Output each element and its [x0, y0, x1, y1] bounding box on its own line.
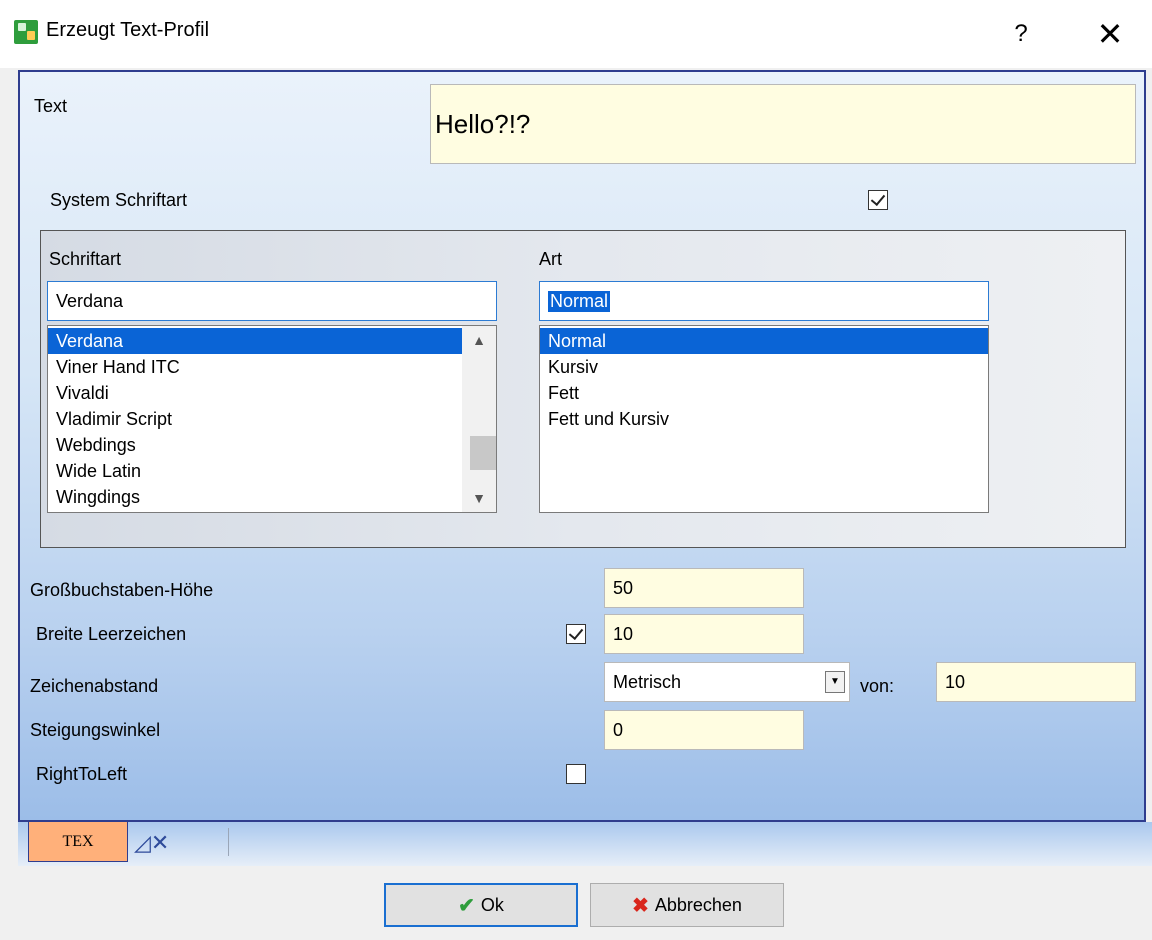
- space-width-input[interactable]: 10: [604, 614, 804, 654]
- scroll-thumb[interactable]: [470, 436, 496, 470]
- style-input-selection: Normal: [548, 290, 611, 312]
- char-spacing-input[interactable]: 10: [936, 662, 1136, 702]
- rtl-label: RightToLeft: [36, 764, 128, 784]
- tab-tools[interactable]: ◿✕: [134, 826, 206, 860]
- char-spacing-select[interactable]: Metrisch ▼: [604, 662, 850, 702]
- text-input[interactable]: Hello?!?: [430, 84, 1136, 164]
- tab-bar: TEX ◿✕: [18, 822, 1152, 866]
- main-panel: Text Hello?!? System Schriftart Schrifta…: [18, 70, 1146, 822]
- cap-height-input[interactable]: 50: [604, 568, 804, 608]
- ok-label: Ok: [480, 894, 504, 915]
- drafting-icon: ◿: [134, 830, 151, 855]
- slant-label: Steigungswinkel: [30, 720, 161, 740]
- font-item-vivaldi[interactable]: Vivaldi: [48, 380, 462, 406]
- style-item-normal[interactable]: Normal: [540, 328, 988, 354]
- text-label: Text: [34, 96, 68, 116]
- font-item-viner-hand-itc[interactable]: Viner Hand ITC: [48, 354, 462, 380]
- style-item-fett[interactable]: Fett: [540, 380, 988, 406]
- tools-icon: ✕: [150, 830, 170, 855]
- style-item-kursiv[interactable]: Kursiv: [540, 354, 988, 380]
- font-list-scrollbar[interactable]: ▲ ▼: [462, 326, 496, 512]
- font-name-input[interactable]: Verdana: [47, 281, 497, 321]
- cancel-label: Abbrechen: [654, 894, 742, 915]
- app-icon: [14, 20, 38, 44]
- tab-tex[interactable]: TEX: [28, 822, 128, 862]
- space-width-checkbox[interactable]: [566, 624, 586, 644]
- style-listbox[interactable]: Normal Kursiv Fett Fett und Kursiv: [539, 325, 989, 513]
- font-item-wingdings[interactable]: Wingdings: [48, 484, 462, 510]
- rtl-checkbox[interactable]: [566, 764, 586, 784]
- font-item-vladimir-script[interactable]: Vladimir Script: [48, 406, 462, 432]
- dropdown-arrow-icon[interactable]: ▼: [825, 671, 845, 693]
- style-label: Art: [539, 249, 563, 269]
- cross-icon: ✖: [632, 894, 649, 917]
- space-width-label: Breite Leerzeichen: [36, 624, 187, 644]
- style-input[interactable]: Normal: [539, 281, 989, 321]
- help-button[interactable]: ?: [1006, 14, 1036, 54]
- title-bar: Erzeugt Text-Profil ? ✕: [0, 0, 1152, 68]
- char-spacing-label: Zeichenabstand: [30, 676, 159, 696]
- font-listbox[interactable]: Verdana Viner Hand ITC Vivaldi Vladimir …: [47, 325, 497, 513]
- slant-input[interactable]: 0: [604, 710, 804, 750]
- close-button[interactable]: ✕: [1090, 14, 1130, 54]
- system-font-checkbox[interactable]: [868, 190, 888, 210]
- font-label: Schriftart: [49, 249, 122, 269]
- system-font-label: System Schriftart: [50, 190, 188, 210]
- font-item-verdana[interactable]: Verdana: [48, 328, 462, 354]
- check-icon: ✔: [458, 894, 475, 917]
- scroll-up-icon[interactable]: ▲: [462, 328, 496, 352]
- von-label: von:: [860, 676, 895, 696]
- font-group: Schriftart Art Verdana Verdana Viner Han…: [40, 230, 1126, 548]
- font-item-webdings[interactable]: Webdings: [48, 432, 462, 458]
- scroll-down-icon[interactable]: ▼: [462, 486, 496, 510]
- cap-height-label: Großbuchstaben-Höhe: [30, 580, 214, 600]
- style-item-fett-und-kursiv[interactable]: Fett und Kursiv: [540, 406, 988, 432]
- ok-button[interactable]: ✔ Ok: [384, 883, 578, 927]
- char-spacing-mode: Metrisch: [613, 671, 682, 692]
- tex-icon: TEX: [62, 833, 94, 850]
- tab-separator: [228, 828, 229, 856]
- cancel-button[interactable]: ✖ Abbrechen: [590, 883, 784, 927]
- window-title: Erzeugt Text-Profil: [46, 19, 210, 41]
- font-item-wide-latin[interactable]: Wide Latin: [48, 458, 462, 484]
